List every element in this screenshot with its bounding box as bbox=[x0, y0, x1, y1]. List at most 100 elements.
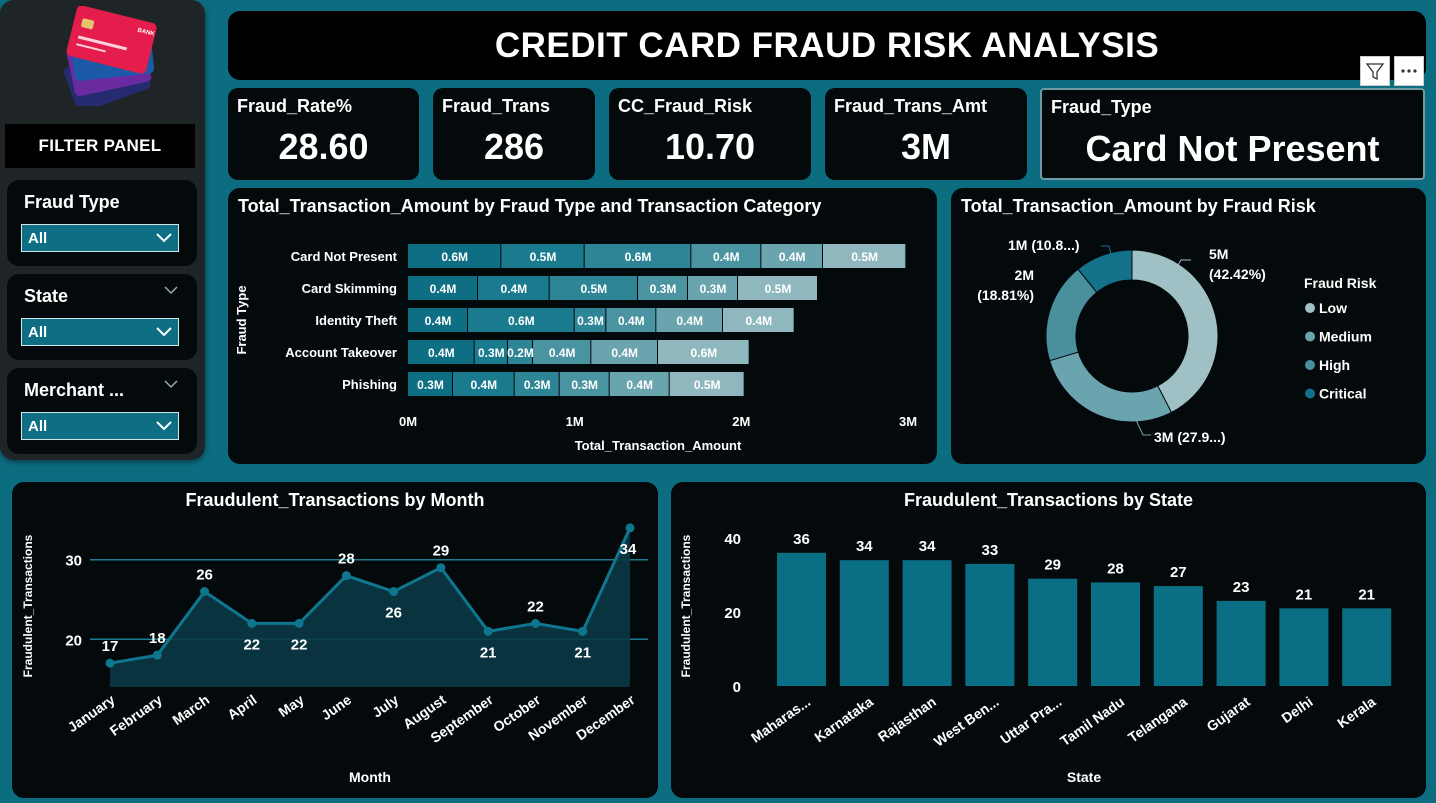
data-label: 0.4M bbox=[779, 250, 806, 264]
data-label: 0.4M bbox=[430, 282, 457, 296]
x-tick-label: June bbox=[318, 691, 354, 723]
legend-marker bbox=[1305, 360, 1315, 370]
slicer-state: State All bbox=[7, 274, 197, 360]
fraud-type-dropdown[interactable]: All bbox=[21, 224, 179, 252]
x-tick-label: February bbox=[107, 691, 165, 739]
data-label: 29 bbox=[1044, 557, 1061, 574]
bar bbox=[1028, 578, 1078, 686]
slicer-state-label: State bbox=[24, 286, 69, 306]
x-tick-label: Telangana bbox=[1125, 693, 1190, 745]
x-tick-label: Maharas... bbox=[748, 693, 813, 745]
data-label: 21 bbox=[1358, 586, 1375, 603]
kpi-value: 28.60 bbox=[278, 126, 369, 167]
data-label: 0.4M bbox=[611, 346, 638, 360]
donut-label: 3M (27.9...) bbox=[1154, 429, 1226, 445]
slicer-fraud-type-label: Fraud Type bbox=[24, 192, 120, 212]
y-tick-label: Phishing bbox=[342, 377, 397, 392]
kpi-fraud-rate: Fraud_Rate% 28.60 bbox=[228, 88, 419, 180]
data-label: 0.3M bbox=[650, 282, 677, 296]
kpi-fraud-trans-amt: Fraud_Trans_Amt 3M bbox=[825, 88, 1027, 180]
chevron-down-icon bbox=[156, 421, 172, 431]
chevron-down-icon bbox=[156, 233, 172, 243]
data-point bbox=[247, 618, 257, 628]
data-point bbox=[200, 587, 210, 597]
x-tick-label: March bbox=[169, 691, 212, 728]
data-label: 0.4M bbox=[549, 346, 576, 360]
legend-title: Fraud Risk bbox=[1304, 275, 1377, 291]
month-area-chart: 203017 182622 2228262921222134JanuaryFebru… bbox=[21, 523, 648, 785]
data-label: 0.4M bbox=[745, 314, 772, 328]
data-label: 0.3M bbox=[524, 378, 551, 392]
area-fill bbox=[110, 527, 630, 687]
donut-label: (42.42%) bbox=[1209, 266, 1266, 282]
kpi-cc-fraud-risk: CC_Fraud_Risk 10.70 bbox=[609, 88, 811, 180]
legend-marker bbox=[1305, 303, 1315, 313]
x-tick-label: 2M bbox=[732, 414, 750, 429]
donut-label: (18.81%) bbox=[977, 287, 1034, 303]
x-tick-label: Tamil Nadu bbox=[1057, 693, 1127, 749]
data-label: 34 bbox=[919, 538, 936, 555]
data-label: 26 bbox=[196, 567, 213, 584]
data-label: 36 bbox=[793, 531, 810, 548]
x-tick-label: Delhi bbox=[1278, 693, 1315, 726]
y-tick-label: Card Skimming bbox=[302, 281, 397, 296]
x-tick-label: Uttar Pra... bbox=[997, 693, 1064, 747]
more-options-button[interactable] bbox=[1394, 56, 1424, 86]
data-point bbox=[389, 587, 399, 597]
data-label: 0.6M bbox=[625, 250, 652, 264]
kpi-label: Fraud_Rate% bbox=[237, 96, 353, 116]
chevron-down-icon bbox=[156, 327, 172, 337]
bar bbox=[1091, 582, 1140, 686]
visual-filter-button[interactable] bbox=[1360, 56, 1390, 86]
kpi-value: 10.70 bbox=[664, 126, 756, 167]
state-dropdown[interactable]: All bbox=[21, 318, 179, 346]
x-tick-label: July bbox=[369, 691, 401, 720]
page-title: CREDIT CARD FRAUD RISK ANALYSIS bbox=[494, 25, 1160, 65]
kpi-value: 286 bbox=[483, 126, 545, 167]
kpi-label: CC_Fraud_Risk bbox=[618, 96, 753, 116]
bar bbox=[839, 560, 889, 686]
kpi-label: Fraud_Type bbox=[1051, 97, 1152, 117]
x-tick-label: West Ben... bbox=[931, 693, 1002, 749]
data-label: 34 bbox=[856, 538, 873, 555]
data-label: 0.4M bbox=[425, 314, 452, 328]
data-label: 34 bbox=[620, 541, 637, 558]
data-label: 21 bbox=[574, 644, 591, 661]
kpi-label: Fraud_Trans bbox=[442, 96, 551, 116]
x-tick-label: 3M bbox=[899, 414, 917, 429]
data-label: 0.5M bbox=[530, 250, 557, 264]
data-point bbox=[152, 650, 162, 660]
donut-label: 2M bbox=[1015, 267, 1034, 283]
data-label: 17 bbox=[102, 638, 119, 655]
x-axis-label: Total_Transaction_Amount bbox=[575, 438, 742, 453]
data-label: 23 bbox=[1233, 579, 1250, 596]
filter-icon bbox=[1365, 63, 1385, 81]
legend-item: Low bbox=[1319, 300, 1347, 316]
data-label: 0.5M bbox=[851, 250, 878, 264]
filter-panel: BANK FILTER PANEL Fraud Type All State A… bbox=[0, 0, 205, 460]
filter-panel-title: FILTER PANEL bbox=[5, 124, 195, 168]
data-label: 0.4M bbox=[428, 346, 455, 360]
y-tick-label: 20 bbox=[65, 632, 82, 649]
data-label: 0.6M bbox=[690, 346, 717, 360]
chevron-down-icon[interactable] bbox=[163, 286, 179, 296]
chevron-down-icon[interactable] bbox=[163, 380, 179, 390]
legend-item: High bbox=[1319, 357, 1350, 373]
slicer-merchant-label: Merchant ... bbox=[24, 380, 125, 400]
y-tick-label: Account Takeover bbox=[285, 345, 397, 360]
data-point bbox=[341, 571, 351, 581]
data-label: 0.5M bbox=[765, 282, 792, 296]
y-tick-label: Card Not Present bbox=[291, 249, 398, 264]
data-label: 18 bbox=[149, 630, 166, 647]
y-tick-label: 30 bbox=[65, 553, 82, 570]
kpi-value: Card Not Present bbox=[1085, 128, 1380, 169]
x-tick-label: Rajasthan bbox=[875, 693, 939, 744]
x-axis-label: State bbox=[1067, 769, 1101, 785]
merchant-dropdown[interactable]: All bbox=[21, 412, 179, 440]
data-label: 0.4M bbox=[500, 282, 527, 296]
data-label: 0.6M bbox=[441, 250, 468, 264]
y-axis-label: Fraud Type bbox=[234, 285, 249, 354]
data-label: 28 bbox=[338, 551, 355, 568]
bar bbox=[1216, 600, 1266, 686]
data-label: 27 bbox=[1170, 564, 1187, 581]
